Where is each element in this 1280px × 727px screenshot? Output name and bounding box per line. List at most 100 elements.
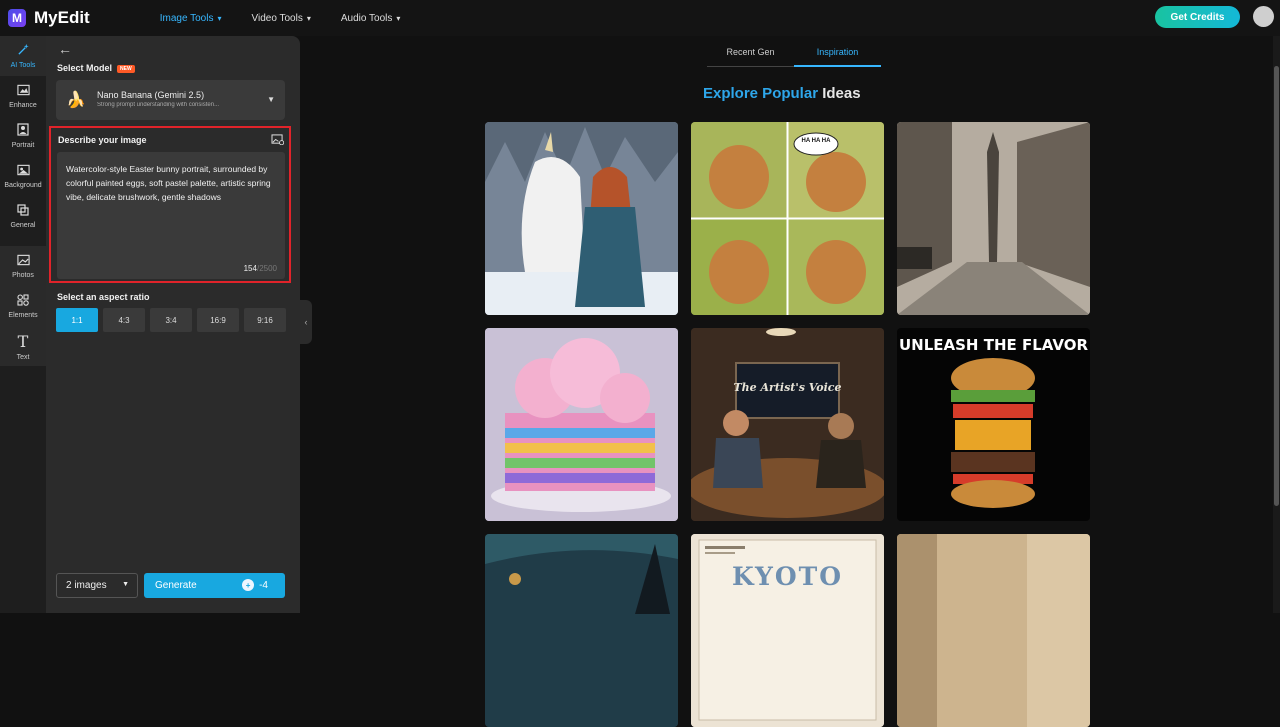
image-reference-icon[interactable]	[271, 134, 285, 148]
rail-label: Text	[16, 353, 30, 361]
artists-voice-sign: The Artist's Voice	[733, 381, 842, 394]
prompt-title: Describe your image	[58, 135, 147, 145]
avatar[interactable]	[1253, 6, 1274, 27]
rail-label: Portrait	[11, 142, 35, 149]
result-tabs: Recent Gen Inspiration	[707, 38, 881, 67]
ratio-1-1[interactable]: 1:1	[56, 308, 98, 332]
ratio-9-16[interactable]: 9:16	[244, 308, 286, 332]
nav-video-tools[interactable]: Video Tools ▾	[252, 13, 311, 24]
general-icon	[17, 203, 29, 219]
back-arrow-icon[interactable]: ←	[58, 41, 72, 57]
page-scrollbar[interactable]	[1273, 36, 1280, 613]
chevron-down-icon: ▾	[306, 13, 311, 23]
new-badge: NEW	[117, 64, 135, 73]
prompt-section: Describe your image Watercolor-style Eas…	[49, 126, 291, 283]
scrollbar-thumb[interactable]	[1274, 66, 1279, 506]
inspiration-thumbnail[interactable]	[485, 534, 678, 727]
image-count-select[interactable]: 2 images ▼	[56, 573, 138, 598]
app-name: MyEdit	[34, 8, 90, 27]
caret-down-icon: ▼	[122, 581, 129, 588]
get-credits-button[interactable]: Get Credits	[1155, 6, 1240, 28]
credit-icon: +	[242, 579, 255, 591]
magic-wand-icon	[17, 43, 30, 59]
rail-label: Elements	[8, 311, 38, 319]
ratio-3-4[interactable]: 3:4	[150, 308, 192, 332]
inspiration-grid: HA HA HA The Artist's Voice UNLEASH THE …	[485, 122, 1090, 727]
kyoto-title: KYOTO	[731, 562, 844, 591]
tab-recent-gen[interactable]: Recent Gen	[707, 38, 794, 67]
fantasy-forest-image	[485, 534, 678, 727]
generate-button[interactable]: Generate + -4	[144, 573, 285, 598]
rail-item-text[interactable]: T Text	[0, 326, 46, 366]
caret-down-icon: ▼	[267, 95, 275, 104]
explore-title-highlight: Explore Popular	[703, 85, 819, 102]
top-bar: M MyEdit Image Tools ▾ Video Tools ▾ Audio…	[0, 0, 1280, 36]
enhance-icon	[16, 84, 30, 99]
elements-icon	[17, 293, 29, 309]
rail-item-photos[interactable]: Photos	[0, 246, 46, 286]
quokka-comic-image	[691, 122, 884, 315]
rail-label: AI Tools	[10, 62, 36, 69]
explore-title-rest: Ideas	[818, 85, 861, 102]
unicorn-woman-image	[485, 122, 678, 315]
inspiration-thumbnail[interactable]	[485, 328, 678, 521]
prompt-textarea[interactable]: Watercolor-style Easter bunny portrait, …	[57, 152, 285, 279]
interior-image	[897, 534, 1090, 727]
rail-item-background[interactable]: Background	[0, 156, 46, 196]
paris-street-image	[897, 122, 1090, 315]
chevron-down-icon: ▾	[396, 13, 401, 23]
select-model-label: Select Model NEW	[57, 63, 135, 73]
inspiration-thumbnail[interactable]: HA HA HA	[691, 122, 884, 315]
tool-rail: AI Tools Enhance Portrait Background Gen…	[0, 36, 46, 613]
speech-bubble-text: HA HA HA	[801, 138, 831, 144]
inspiration-thumbnail[interactable]	[897, 534, 1090, 727]
rail-label: General	[10, 221, 36, 229]
rainbow-cake-image	[485, 328, 678, 521]
prompt-text: Watercolor-style Easter bunny portrait, …	[66, 164, 271, 202]
rail-asset-group: Photos Elements T Text	[0, 246, 46, 366]
inspiration-thumbnail[interactable]: KYOTO	[691, 534, 884, 727]
explore-title: Explore Popular Ideas	[703, 85, 861, 102]
rail-item-portrait[interactable]: Portrait	[0, 116, 46, 156]
ratio-16-9[interactable]: 16:9	[197, 308, 239, 332]
inspiration-thumbnail[interactable]	[897, 122, 1090, 315]
portrait-icon	[17, 123, 29, 139]
nav-label: Image Tools	[159, 12, 214, 24]
app-logo[interactable]: M MyEdit	[8, 8, 90, 28]
rail-item-ai-tools[interactable]: AI Tools	[0, 36, 46, 76]
rail-label: Photos	[12, 271, 34, 279]
tab-inspiration[interactable]: Inspiration	[794, 38, 881, 67]
inspiration-thumbnail[interactable]	[485, 122, 678, 315]
nav-label: Audio Tools	[340, 12, 393, 24]
generate-label: Generate	[155, 580, 197, 591]
rail-item-general[interactable]: General	[0, 196, 46, 236]
nav-audio-tools[interactable]: Audio Tools ▾	[341, 13, 401, 24]
inspiration-thumbnail[interactable]: UNLEASH THE FLAVOR	[897, 328, 1090, 521]
generate-cost: + -4	[242, 579, 268, 591]
aspect-ratio-options: 1:1 4:3 3:4 16:9 9:16	[56, 308, 286, 332]
cost-value: -4	[259, 579, 268, 591]
banana-icon: 🍌	[66, 92, 86, 109]
nav-label: Video Tools	[251, 12, 303, 24]
rail-item-enhance[interactable]: Enhance	[0, 76, 46, 116]
main-nav: Image Tools ▾ Video Tools ▾ Audio Tools ▾	[160, 13, 401, 24]
background-icon	[16, 164, 30, 179]
char-count-max: /2500	[256, 264, 277, 273]
model-description: Strong prompt understanding with consist…	[97, 102, 220, 108]
rail-item-elements[interactable]: Elements	[0, 286, 46, 326]
artists-voice-image	[691, 328, 884, 521]
image-count-value: 2 images	[66, 580, 107, 591]
model-name: Nano Banana (Gemini 2.5)	[97, 90, 205, 100]
ratio-4-3[interactable]: 4:3	[103, 308, 145, 332]
inspiration-thumbnail[interactable]: The Artist's Voice	[691, 328, 884, 521]
ai-generator-panel: ← Select Model NEW 🍌 Nano Banana (Gemini …	[46, 36, 300, 613]
char-count-value: 154	[243, 264, 257, 273]
burger-ad-image	[951, 358, 1035, 508]
logo-mark-icon: M	[8, 9, 26, 27]
rail-label: Background	[4, 181, 42, 189]
model-select[interactable]: 🍌 Nano Banana (Gemini 2.5) Strong prompt…	[56, 80, 285, 120]
select-model-text: Select Model	[57, 63, 113, 73]
nav-image-tools[interactable]: Image Tools ▾	[160, 13, 222, 24]
collapse-panel-handle[interactable]: ‹	[300, 300, 312, 344]
aspect-ratio-label: Select an aspect ratio	[57, 292, 150, 302]
